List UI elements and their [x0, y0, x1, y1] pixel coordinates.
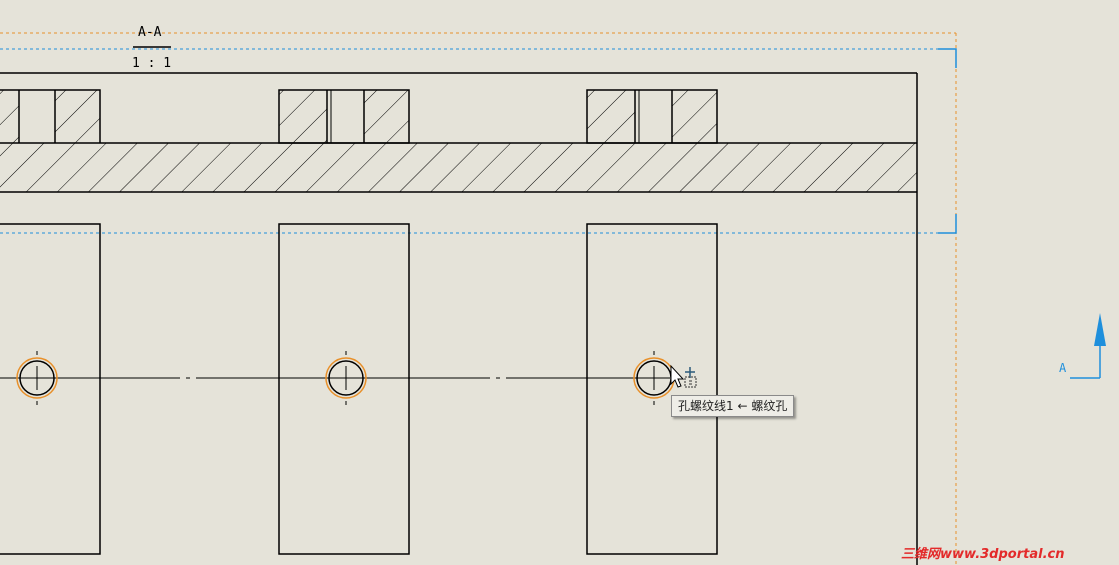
section-view-scale: 1 : 1	[132, 56, 172, 71]
hatched-plate[interactable]	[0, 142, 917, 193]
boss-body-2[interactable]	[278, 223, 410, 555]
boss-section-3[interactable]	[586, 89, 718, 144]
boss-section-1[interactable]	[0, 89, 101, 143]
section-region-boundary[interactable]	[0, 48, 957, 234]
drawing-canvas[interactable]	[0, 0, 1119, 565]
section-view-name: A-A	[138, 25, 162, 40]
boss-section-2[interactable]	[278, 89, 410, 144]
threaded-hole-3[interactable]	[633, 351, 675, 405]
section-arrow-label: A	[1059, 361, 1067, 375]
watermark-text: 三维网www.3dportal.cn	[901, 547, 1065, 562]
section-arrow[interactable]	[1070, 313, 1106, 379]
hover-tooltip: 孔螺纹线1 ← 螺纹孔	[671, 395, 795, 417]
threaded-hole-1[interactable]	[16, 351, 58, 405]
boss-body-3[interactable]	[586, 223, 718, 555]
view-boundary[interactable]	[0, 32, 957, 565]
threaded-hole-2[interactable]	[325, 351, 367, 405]
mouse-cursor-icon	[670, 364, 697, 388]
